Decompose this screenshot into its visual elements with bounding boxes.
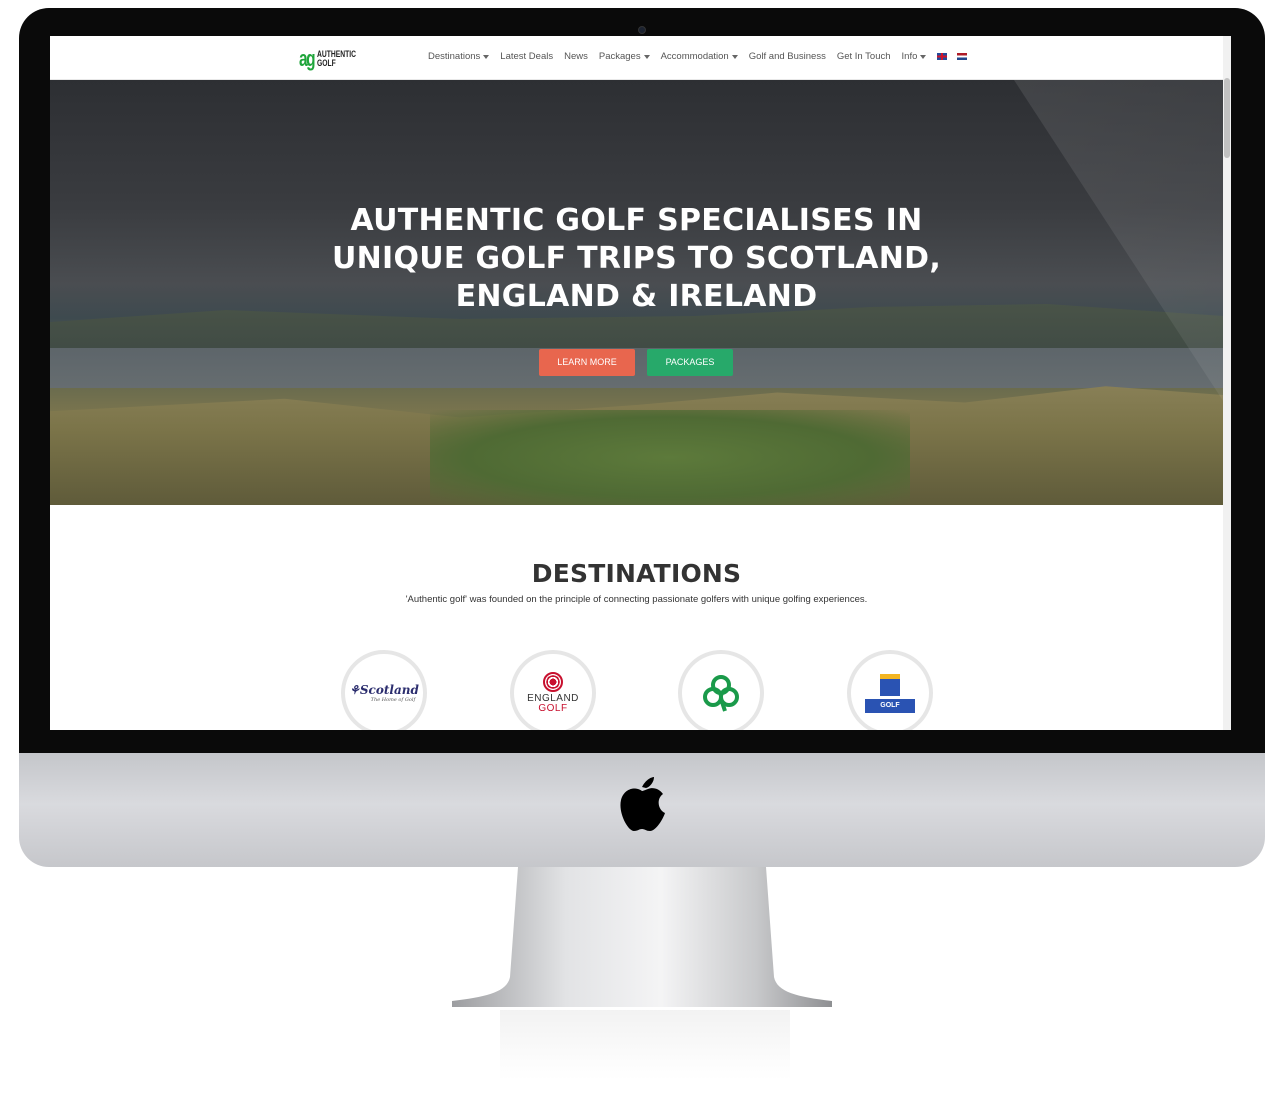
- flag-uk-icon[interactable]: [937, 53, 948, 60]
- nav-label: News: [564, 51, 588, 62]
- hero-banner: AUTHENTIC GOLF SPECIALISES IN UNIQUE GOL…: [50, 80, 1223, 505]
- england-line2: GOLF: [538, 703, 568, 714]
- logo-line2: GOLF: [317, 58, 336, 68]
- destination-france[interactable]: GOLF: [847, 650, 933, 730]
- nav-info[interactable]: Info: [902, 51, 927, 62]
- destination-ireland[interactable]: [678, 650, 764, 730]
- hero-water: [50, 348, 1223, 388]
- nav-packages[interactable]: Packages: [599, 51, 650, 62]
- hero-title-line: ENGLAND & IRELAND: [455, 279, 818, 314]
- imac-mockup: ag AUTHENTIC GOLF Destinations Latest De…: [0, 0, 1274, 1098]
- nav-label: Accommodation: [660, 51, 729, 62]
- nav-label: Get In Touch: [836, 51, 891, 62]
- caret-down-icon: [920, 54, 927, 59]
- logo-mark: ag: [299, 46, 316, 71]
- site-header: ag AUTHENTIC GOLF Destinations Latest De…: [50, 36, 1223, 80]
- scotland-name: Scotland: [359, 683, 419, 697]
- stand-reflection: [500, 1010, 790, 1080]
- site-logo[interactable]: ag AUTHENTIC GOLF: [299, 46, 369, 72]
- logo-wordmark: AUTHENTIC GOLF: [317, 50, 356, 68]
- crest-icon: [880, 673, 900, 696]
- browser-viewport: ag AUTHENTIC GOLF Destinations Latest De…: [50, 36, 1231, 730]
- scroll-thumb[interactable]: [1224, 78, 1230, 158]
- nav-destinations[interactable]: Destinations: [428, 51, 490, 62]
- france-golf-badge: GOLF: [865, 698, 915, 713]
- nav-label: Golf and Business: [748, 51, 826, 62]
- hero-title: AUTHENTIC GOLF SPECIALISES IN UNIQUE GOL…: [50, 202, 1223, 316]
- rose-icon: [543, 672, 563, 692]
- hero-title-line: UNIQUE GOLF TRIPS TO SCOTLAND,: [331, 241, 942, 276]
- monitor-stand: [452, 867, 832, 1007]
- destination-scotland[interactable]: ⚘Scotland The Home of Golf: [341, 650, 427, 730]
- nav-accommodation[interactable]: Accommodation: [661, 51, 738, 62]
- hero-fairway: [430, 410, 910, 505]
- nav-label: Info: [901, 51, 918, 62]
- apple-icon: [620, 777, 665, 831]
- nav-latest-deals[interactable]: Latest Deals: [500, 51, 553, 62]
- destinations-title: DESTINATIONS: [531, 559, 742, 588]
- learn-more-button[interactable]: LEARN MORE: [539, 349, 635, 376]
- caret-down-icon: [731, 54, 738, 59]
- shamrock-icon: [703, 675, 739, 712]
- destination-england[interactable]: ENGLAND GOLF: [510, 650, 596, 730]
- nav-label: Destinations: [428, 51, 481, 62]
- scotland-tagline: The Home of Golf: [370, 697, 416, 703]
- main-nav: Destinations Latest Deals News Packages …: [428, 51, 977, 62]
- caret-down-icon: [643, 54, 650, 59]
- nav-golf-and-business[interactable]: Golf and Business: [749, 51, 826, 62]
- packages-button[interactable]: PACKAGES: [647, 349, 733, 376]
- thistle-icon: ⚘: [349, 683, 360, 697]
- nav-get-in-touch[interactable]: Get In Touch: [837, 51, 891, 62]
- hero-title-line: AUTHENTIC GOLF SPECIALISES IN: [350, 203, 923, 238]
- scotland-logo: ⚘Scotland: [349, 683, 419, 697]
- camera-icon: [638, 26, 646, 34]
- nav-label: Packages: [598, 51, 641, 62]
- page-scrollbar[interactable]: [1223, 36, 1231, 730]
- destinations-subtitle: 'Authentic golf' was founded on the prin…: [405, 594, 868, 605]
- nav-news[interactable]: News: [564, 51, 588, 62]
- caret-down-icon: [483, 54, 490, 59]
- nav-label: Latest Deals: [500, 51, 554, 62]
- flag-nl-icon[interactable]: [957, 53, 968, 60]
